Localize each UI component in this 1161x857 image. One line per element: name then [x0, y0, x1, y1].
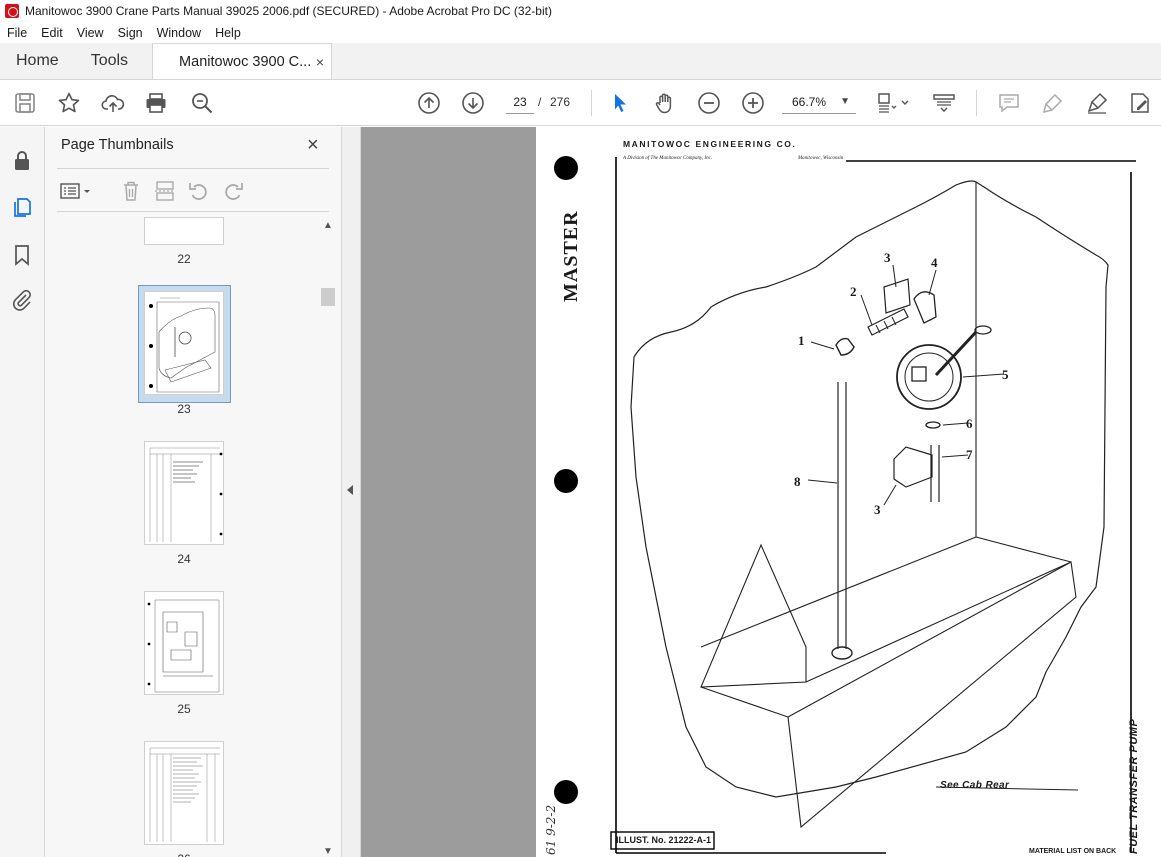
document-view[interactable]: MANITOWOC ENGINEERING CO. A Division of … — [361, 127, 1161, 857]
zoom-in-icon[interactable] — [741, 91, 765, 115]
tab-document[interactable]: Manitowoc 3900 C... × — [152, 43, 333, 79]
material-list-note: MATERIAL LIST ON BACK — [1029, 848, 1117, 855]
callout-1: 1 — [798, 333, 805, 348]
thumbnail-page-selected[interactable] — [144, 291, 224, 395]
panel-collapse-handle[interactable] — [342, 127, 361, 857]
tab-bar: Home Tools Manitowoc 3900 C... × — [0, 43, 1161, 80]
delete-page-icon[interactable] — [119, 179, 143, 203]
company-header: MANITOWOC ENGINEERING CO. — [623, 139, 797, 149]
chevron-down-icon: ▼ — [840, 96, 850, 107]
thumbnails-panel: Page Thumbnails × 22 23 24 25 ▲ ▼ — [45, 127, 342, 857]
hand-tool-icon[interactable] — [653, 91, 677, 115]
collapse-arrow-icon[interactable] — [347, 485, 353, 495]
page-number-input[interactable]: 23 — [506, 90, 534, 114]
toolbar-divider — [976, 90, 977, 116]
close-panel-icon[interactable]: × — [307, 135, 319, 155]
pdf-page: MANITOWOC ENGINEERING CO. A Division of … — [536, 127, 1161, 857]
thumbnail-list: 22 23 24 25 — [45, 215, 320, 857]
thumbnail-options-icon[interactable] — [59, 179, 95, 203]
thumbnail-page[interactable] — [144, 441, 224, 545]
zoom-search-icon[interactable] — [190, 91, 214, 115]
save-icon[interactable] — [13, 91, 37, 115]
illust-number: ILLUST. No. 21222-A-1 — [616, 835, 712, 845]
toolbar-divider — [591, 90, 592, 116]
division-line: A Division of The Manitowoc Company, Inc… — [623, 156, 713, 161]
callout-8: 8 — [794, 474, 801, 489]
acrobat-icon — [5, 4, 19, 18]
thumbnail-page[interactable] — [144, 591, 224, 695]
upload-icon[interactable] — [101, 91, 125, 115]
zoom-dropdown[interactable]: 66.7% ▼ — [782, 90, 856, 114]
window-title: Manitowoc 3900 Crane Parts Manual 39025 … — [25, 4, 552, 18]
toolbar — [0, 80, 1161, 126]
fit-page-icon[interactable] — [876, 91, 910, 115]
callout-6: 6 — [966, 416, 973, 431]
parts-illustration — [554, 156, 1136, 854]
menu-edit[interactable]: Edit — [34, 26, 70, 40]
callout-3-lower: 3 — [874, 502, 881, 517]
comment-icon[interactable] — [997, 91, 1021, 115]
menu-window[interactable]: Window — [150, 26, 208, 40]
close-tab-icon[interactable]: × — [316, 54, 324, 70]
total-pages: 276 — [550, 95, 571, 109]
scroll-mode-icon[interactable] — [932, 91, 956, 115]
tab-home[interactable]: Home — [0, 43, 75, 79]
handwritten-mark: 61 9-2-2 — [544, 804, 558, 855]
draw-sign-icon[interactable] — [1085, 91, 1109, 115]
thumbnail-label: 22 — [177, 252, 191, 266]
select-cursor-icon[interactable] — [608, 91, 632, 115]
previous-page-icon[interactable] — [417, 91, 441, 115]
thumbnail-label: 25 — [177, 702, 191, 716]
thumbnail-label: 26 — [144, 852, 224, 857]
zoom-value: 66.7% — [792, 95, 827, 109]
highlight-icon[interactable] — [1041, 91, 1065, 115]
menu-sign[interactable]: Sign — [111, 26, 150, 40]
see-cab-rear-note: See Cab Rear — [940, 780, 1010, 791]
bookmark-icon[interactable] — [10, 243, 34, 267]
star-icon[interactable] — [57, 91, 81, 115]
callout-2: 2 — [850, 284, 857, 299]
thumbnail-label: 24 — [177, 552, 191, 566]
tab-tools[interactable]: Tools — [75, 43, 144, 79]
panel-toolbar — [59, 179, 319, 203]
panel-divider — [57, 168, 329, 169]
left-rail — [0, 127, 45, 857]
menu-file[interactable]: File — [0, 26, 34, 40]
callout-4: 4 — [931, 255, 938, 270]
master-stamp: MASTER — [560, 210, 582, 302]
thumbnail-page[interactable] — [144, 741, 224, 845]
page-thumbnails-icon[interactable] — [10, 195, 34, 219]
location-line: Manitowoc, Wisconsin — [798, 156, 844, 161]
thumbnails-scrollbar[interactable]: ▲ ▼ — [321, 220, 335, 857]
title-bar: Manitowoc 3900 Crane Parts Manual 39025 … — [0, 0, 1161, 22]
scroll-up-icon[interactable]: ▲ — [323, 220, 333, 231]
lock-icon[interactable] — [10, 149, 34, 173]
document-tab-label: Manitowoc 3900 C... — [179, 53, 312, 70]
menu-help[interactable]: Help — [208, 26, 248, 40]
rotate-left-icon[interactable] — [187, 179, 211, 203]
callout-3: 3 — [884, 250, 891, 265]
print-icon[interactable] — [144, 91, 168, 115]
callout-5: 5 — [1002, 367, 1009, 382]
panel-title: Page Thumbnails — [61, 137, 174, 153]
thumbnail-label: 23 — [177, 402, 191, 416]
menu-view[interactable]: View — [70, 26, 111, 40]
extract-page-icon[interactable] — [153, 179, 177, 203]
attachment-icon[interactable] — [10, 288, 34, 312]
rotate-right-icon[interactable] — [221, 179, 245, 203]
scroll-down-icon[interactable]: ▼ — [323, 846, 333, 857]
thumbnail-page[interactable] — [144, 217, 224, 245]
edit-pdf-icon[interactable] — [1128, 91, 1152, 115]
side-title: FUEL TRANSFER PUMP — [1128, 718, 1140, 854]
scroll-thumb[interactable] — [321, 288, 335, 306]
page-separator: / — [538, 95, 542, 109]
zoom-out-icon[interactable] — [697, 91, 721, 115]
callout-7: 7 — [966, 447, 973, 462]
menu-bar: File Edit View Sign Window Help — [0, 22, 1161, 43]
panel-divider — [57, 211, 329, 212]
next-page-icon[interactable] — [461, 91, 485, 115]
